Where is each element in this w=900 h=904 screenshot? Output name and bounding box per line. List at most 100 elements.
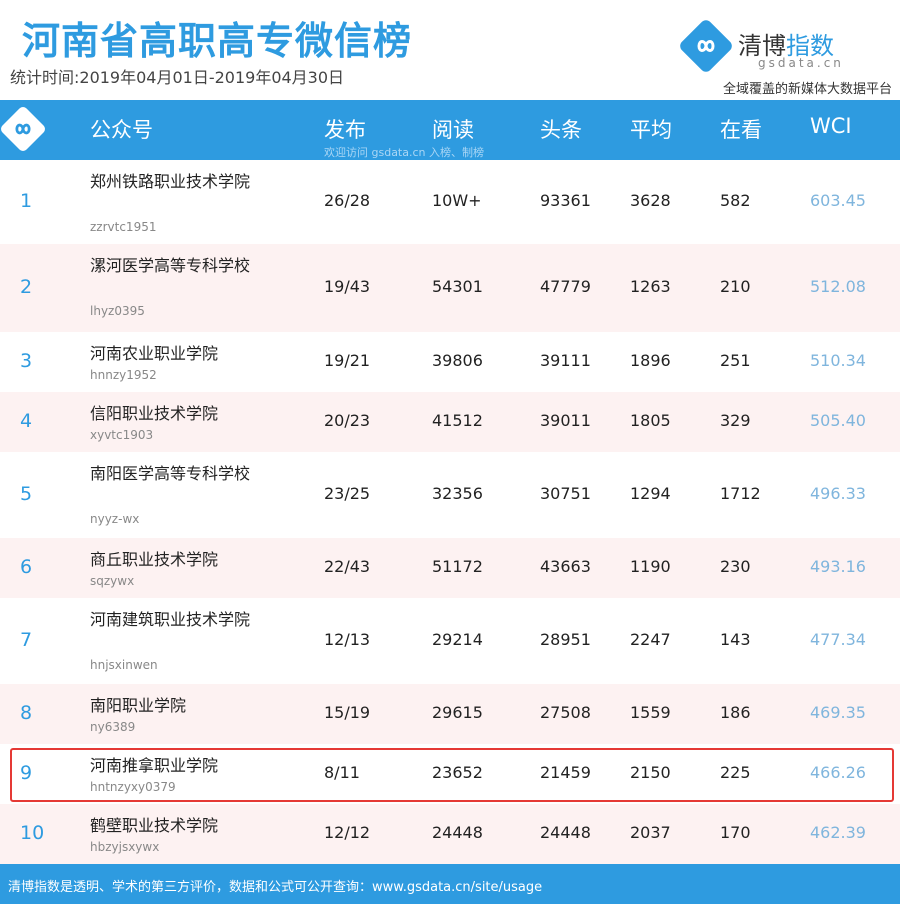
cell-published: 23/25	[324, 484, 371, 503]
cell-average: 1896	[630, 351, 671, 370]
cell-average: 3628	[630, 191, 671, 210]
account-name[interactable]: 商丘职业技术学院	[90, 548, 250, 571]
table-row[interactable]: 8 南阳职业学院 ny6389 15/19 29615 27508 1559 186 469.3…	[0, 684, 900, 744]
account-id: xyvtc1903	[90, 428, 154, 442]
cell-reads: 10W+	[432, 191, 482, 210]
account-id: ny6389	[90, 720, 136, 734]
rank-number: 4	[20, 410, 33, 432]
table-row[interactable]: 6 商丘职业技术学院 sqzywx 22/43 51172 43663 1190 230 493…	[0, 538, 900, 598]
cell-average: 1263	[630, 277, 671, 296]
header-average[interactable]: 平均	[630, 114, 672, 144]
cell-reads: 29615	[432, 703, 483, 722]
cell-average: 1294	[630, 484, 671, 503]
table-header: 公众号 发布 阅读 头条 平均 在看 WCI 欢迎访问 gsdata.cn 入榜…	[0, 100, 900, 160]
footer-bar: 清博指数是透明、学术的第三方评价，数据和公式可公开查询：www.gsdata.c…	[0, 864, 900, 904]
cell-reads: 29214	[432, 630, 483, 649]
cell-headline: 39011	[540, 411, 591, 430]
header-wci[interactable]: WCI	[810, 114, 852, 138]
account-name[interactable]: 南阳职业学院	[90, 694, 250, 717]
cell-reads: 32356	[432, 484, 483, 503]
table-row[interactable]: 2 漯河医学高等专科学校 lhyz0395 19/43 54301 47779 1263 21…	[0, 244, 900, 332]
cell-average: 2247	[630, 630, 671, 649]
account-id: hnnzy1952	[90, 368, 157, 382]
account-id: zzrvtc1951	[90, 220, 157, 234]
account-id: hbzyjsxywx	[90, 840, 160, 854]
cell-published: 12/12	[324, 823, 371, 842]
cell-headline: 24448	[540, 823, 591, 842]
account-name[interactable]: 郑州铁路职业技术学院	[90, 170, 250, 193]
page-title: 河南省高职高专微信榜	[22, 19, 413, 63]
cell-wci: 469.35	[810, 703, 866, 722]
highlight-box	[10, 748, 894, 802]
cell-headline: 43663	[540, 557, 591, 576]
table-row[interactable]: 3 河南农业职业学院 hnnzy1952 19/21 39806 39111 1896 251…	[0, 332, 900, 392]
table-row[interactable]: 7 河南建筑职业技术学院 hnjsxinwen 12/13 29214 28951 2247…	[0, 598, 900, 684]
rank-number: 1	[20, 190, 33, 212]
header-account[interactable]: 公众号	[90, 114, 153, 144]
cell-published: 12/13	[324, 630, 371, 649]
cell-average: 1190	[630, 557, 671, 576]
account-name[interactable]: 河南建筑职业技术学院	[90, 608, 250, 631]
rank-number: 2	[20, 276, 33, 298]
cell-wci: 505.40	[810, 411, 866, 430]
cell-average: 2037	[630, 823, 671, 842]
brand-tagline: 全域覆盖的新媒体大数据平台	[722, 82, 892, 97]
rank-number: 3	[20, 350, 33, 372]
cell-likes: 210	[720, 277, 751, 296]
cell-headline: 39111	[540, 351, 591, 370]
account-name[interactable]: 南阳医学高等专科学校	[90, 462, 250, 485]
table-row[interactable]: 4 信阳职业技术学院 xyvtc1903 20/23 41512 39011 1805 329…	[0, 392, 900, 452]
cell-likes: 170	[720, 823, 751, 842]
cell-published: 26/28	[324, 191, 371, 210]
rank-number: 10	[20, 822, 45, 844]
header-headline[interactable]: 头条	[540, 114, 582, 144]
account-name[interactable]: 信阳职业技术学院	[90, 402, 250, 425]
table-row[interactable]: 5 南阳医学高等专科学校 nyyz-wx 23/25 32356 30751 1294 171…	[0, 452, 900, 538]
cell-likes: 143	[720, 630, 751, 649]
cell-headline: 28951	[540, 630, 591, 649]
cell-published: 22/43	[324, 557, 371, 576]
cell-likes: 329	[720, 411, 751, 430]
brand-logo: 清博指数 gsdata.cn 全域覆盖的新媒体大数据平台	[662, 17, 892, 97]
header-likes[interactable]: 在看	[720, 114, 762, 144]
cell-published: 19/43	[324, 277, 371, 296]
watermark-text: 欢迎访问 gsdata.cn 入榜、制榜	[324, 146, 484, 159]
account-id: nyyz-wx	[90, 512, 140, 526]
cell-headline: 30751	[540, 484, 591, 503]
account-id: lhyz0395	[90, 304, 145, 318]
cell-wci: 477.34	[810, 630, 866, 649]
table-row[interactable]: 10 鹤壁职业技术学院 hbzyjsxywx 12/12 24448 24448 2037 1…	[0, 804, 900, 864]
table-row[interactable]: 1 郑州铁路职业技术学院 zzrvtc1951 26/28 10W+ 93361 3628 5…	[0, 160, 900, 244]
cell-average: 1559	[630, 703, 671, 722]
account-name[interactable]: 河南农业职业学院	[90, 342, 250, 365]
cell-wci: 462.39	[810, 823, 866, 842]
header-published[interactable]: 发布	[324, 114, 366, 144]
account-id: hnjsxinwen	[90, 658, 158, 672]
cell-wci: 512.08	[810, 277, 866, 296]
header-reads[interactable]: 阅读	[432, 114, 474, 144]
cell-reads: 51172	[432, 557, 483, 576]
cell-average: 1805	[630, 411, 671, 430]
cell-published: 15/19	[324, 703, 371, 722]
cell-wci: 493.16	[810, 557, 866, 576]
cell-published: 19/21	[324, 351, 371, 370]
cell-published: 20/23	[324, 411, 371, 430]
footer-text: 清博指数是透明、学术的第三方评价，数据和公式可公开查询：www.gsdata.c…	[8, 880, 543, 895]
rank-number: 6	[20, 556, 33, 578]
cell-headline: 47779	[540, 277, 591, 296]
cell-wci: 496.33	[810, 484, 866, 503]
cell-likes: 251	[720, 351, 751, 370]
rank-number: 5	[20, 483, 33, 505]
cell-wci: 510.34	[810, 351, 866, 370]
cell-reads: 39806	[432, 351, 483, 370]
cell-reads: 41512	[432, 411, 483, 430]
account-name[interactable]: 鹤壁职业技术学院	[90, 814, 250, 837]
rank-number: 7	[20, 629, 33, 651]
infinity-logo-icon	[677, 17, 735, 75]
account-name[interactable]: 漯河医学高等专科学校	[90, 254, 250, 277]
infinity-icon	[0, 104, 48, 154]
cell-reads: 54301	[432, 277, 483, 296]
statistics-period: 统计时间:2019年04月01日-2019年04月30日	[10, 68, 345, 87]
cell-likes: 186	[720, 703, 751, 722]
cell-wci: 603.45	[810, 191, 866, 210]
